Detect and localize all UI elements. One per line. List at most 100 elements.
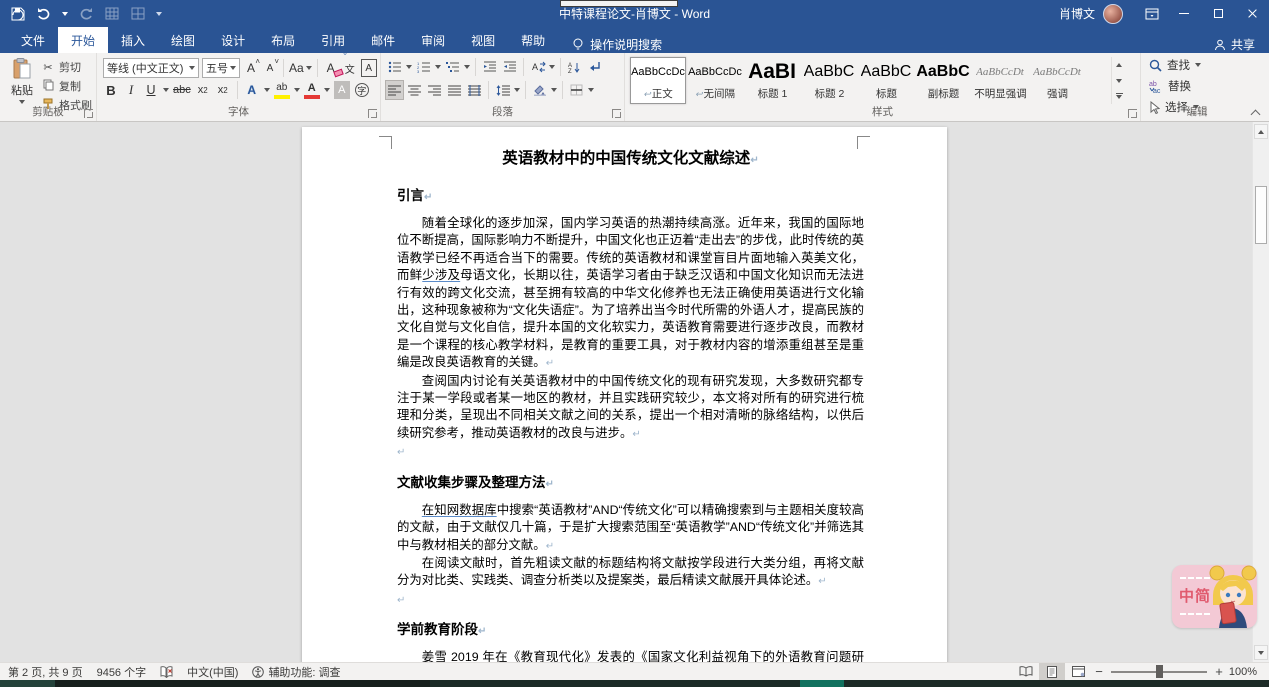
doc-heading[interactable]: 学前教育阶段↵ [397,620,864,642]
text-run[interactable]: 学前教育阶段 [397,622,478,637]
doc-empty[interactable]: ↵ [397,591,864,609]
distribute-button[interactable] [466,81,483,99]
doc-para[interactable]: 在阅读文献时，首先粗读文献的标题结构将文献按学段进行大类分组，再将文献分为对比类… [397,555,864,591]
doc-para[interactable]: 姜雪 2019 年在《教育现代化》发表的《国家文化利益视角下的外语教育问题研究》… [397,649,864,662]
customize-quick-access-icon[interactable] [156,12,162,16]
style-card[interactable]: AaBbCcDt 强调 [1029,57,1085,104]
text-run[interactable]: 英语教材中的中国传统文化文献综述 [502,150,750,167]
style-card[interactable]: AaBbC 标题 [858,57,914,104]
zoom-slider[interactable] [1111,671,1207,673]
text-effects-button[interactable]: A [244,81,260,99]
doc-heading[interactable]: 引言↵ [397,186,864,208]
grow-font-button[interactable]: A [243,59,259,77]
clear-formatting-button[interactable]: A [323,59,339,77]
user-avatar[interactable] [1103,4,1123,24]
web-layout-icon[interactable] [1065,663,1091,680]
shading-button[interactable] [531,81,548,99]
zoom-percentage[interactable]: 100% [1227,666,1269,678]
replace-button[interactable]: abac 替换 [1149,78,1201,94]
borders-button[interactable] [568,81,585,99]
subscript-button[interactable]: x2 [195,81,211,99]
style-card[interactable]: AaBI 标题 1 [744,57,800,104]
ribbon-tab[interactable]: 帮助 [508,27,558,53]
scrollbar-thumb[interactable] [1255,186,1267,244]
language-indicator[interactable]: 中文(中国) [187,664,238,680]
font-dialog-launcher[interactable] [368,109,377,118]
text-run[interactable]: 少涉及 [422,268,460,282]
font-color-button[interactable]: A [304,81,320,99]
gallery-down-icon[interactable] [1112,73,1126,89]
word-count[interactable]: 9456 个字 [97,664,147,680]
paragraph-mark[interactable]: ↵ [397,595,405,606]
justify-button[interactable] [446,81,463,99]
style-card[interactable]: AaBbC 标题 2 [801,57,857,104]
shrink-font-button[interactable]: A [262,59,278,77]
asian-layout-button[interactable]: A [529,58,546,76]
undo-dropdown-icon[interactable] [62,12,68,16]
strikethrough-button[interactable]: abc [173,81,191,99]
italic-button[interactable]: I [123,81,139,99]
clipboard-dialog-launcher[interactable] [84,109,93,118]
enclose-characters-button[interactable]: 字 [354,81,370,99]
paragraph-mark[interactable]: ↵ [750,155,758,166]
sort-button[interactable]: AZ [566,58,583,76]
decrease-indent-button[interactable] [481,58,498,76]
align-center-button[interactable] [406,81,423,99]
ribbon-tab[interactable]: 审阅 [408,27,458,53]
font-size-select[interactable]: 五号 [202,58,240,78]
shading-dropdown-icon[interactable] [551,88,557,92]
phonetic-guide-button[interactable]: 文 [342,59,358,77]
multilevel-list-button[interactable] [444,58,461,76]
asian-layout-dropdown-icon[interactable] [549,65,555,69]
print-layout-icon[interactable] [1039,663,1065,680]
read-mode-icon[interactable] [1013,663,1039,680]
ribbon-tab[interactable]: 视图 [458,27,508,53]
scroll-up-icon[interactable] [1254,124,1268,139]
zoom-in-button[interactable]: + [1211,664,1227,679]
text-run[interactable]: 文献收集步骤及整理方法 [397,475,546,490]
copy-button[interactable]: 复制 [41,78,92,94]
ribbon-tab[interactable]: 开始 [58,27,108,53]
restore-button[interactable] [1201,0,1235,27]
superscript-button[interactable]: x2 [215,81,231,99]
text-run[interactable]: 在知网数据库 [422,503,497,517]
find-dropdown-icon[interactable] [1195,63,1201,67]
numbering-dropdown-icon[interactable] [435,65,441,69]
gallery-up-icon[interactable] [1112,57,1126,73]
character-shading-button[interactable]: A [334,81,350,99]
doc-heading[interactable]: 文献收集步骤及整理方法↵ [397,473,864,495]
paragraph-mark[interactable]: ↵ [424,192,432,203]
paragraph-mark[interactable]: ↵ [818,576,826,587]
paragraph-mark[interactable]: ↵ [632,429,640,440]
borders-dropdown-icon[interactable] [588,88,594,92]
share-button[interactable]: 共享 [1214,36,1269,53]
zoom-slider-thumb[interactable] [1156,665,1163,678]
collapse-ribbon-icon[interactable] [1251,110,1261,117]
ribbon-tab[interactable]: 绘图 [158,27,208,53]
ribbon-tab[interactable]: 设计 [208,27,258,53]
line-spacing-dropdown-icon[interactable] [514,88,520,92]
numbering-button[interactable]: 123 [415,58,432,76]
style-card[interactable]: AaBbCcDc ↩无间隔 [687,57,743,104]
text-run[interactable]: 查阅国内讨论有关英语教材中的中国传统文化的现有研究发现，大多数研究都专注于某一学… [397,374,864,440]
bold-button[interactable]: B [103,81,119,99]
save-icon[interactable] [10,6,26,22]
character-border-button[interactable]: A [361,59,377,77]
page-indicator[interactable]: 第 2 页, 共 9 页 [8,664,83,680]
close-button[interactable] [1235,0,1269,27]
find-button[interactable]: 查找 [1149,57,1201,73]
paragraph-mark[interactable]: ↵ [546,479,554,490]
increase-indent-button[interactable] [501,58,518,76]
ribbon-tab[interactable]: 插入 [108,27,158,53]
minimize-button[interactable] [1167,0,1201,27]
doc-para[interactable]: 查阅国内讨论有关英语教材中的中国传统文化的现有研究发现，大多数研究都专注于某一学… [397,373,864,444]
ribbon-tab[interactable]: 文件 [8,27,58,53]
font-color-dropdown-icon[interactable] [324,88,330,92]
doc-empty[interactable]: ↵ [397,443,864,461]
ribbon-tab[interactable]: 布局 [258,27,308,53]
show-marks-button[interactable] [586,58,603,76]
bullets-button[interactable] [386,58,403,76]
align-left-button[interactable] [386,81,403,99]
underline-button[interactable]: U [143,81,159,99]
undo-icon[interactable] [36,6,52,22]
